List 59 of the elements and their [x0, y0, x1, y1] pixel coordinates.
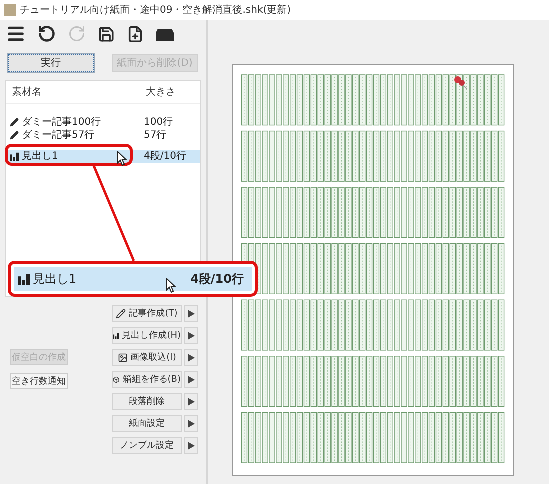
- dropdown-arrow-button[interactable]: [184, 349, 198, 366]
- triangle-icon: [188, 376, 194, 384]
- action-button[interactable]: 段落削除: [112, 393, 182, 410]
- new-file-icon: [127, 26, 144, 42]
- dropdown-arrow-button[interactable]: [184, 437, 198, 454]
- column-header[interactable]: 素材名: [6, 85, 140, 99]
- save-icon: [98, 26, 115, 42]
- dropdown-arrow-button[interactable]: [184, 371, 198, 388]
- menu-icon: [6, 24, 26, 44]
- image-icon: [118, 352, 128, 362]
- list-row[interactable]: 見出し1 4段/10行: [14, 267, 252, 291]
- open-button[interactable]: [156, 27, 174, 41]
- cursor-icon: [117, 151, 127, 166]
- action-button[interactable]: 実行: [8, 54, 94, 72]
- side-button[interactable]: 空き行数通知: [10, 373, 68, 389]
- triangle-icon: [188, 354, 194, 362]
- triangle-icon: [188, 310, 194, 318]
- material-name: ダミー記事100行: [6, 116, 140, 128]
- box-icon: [113, 374, 120, 384]
- action-button[interactable]: ノンブル設定: [112, 437, 182, 454]
- list-row[interactable]: ダミー記事100行 100行: [6, 116, 200, 129]
- triangle-icon: [188, 332, 194, 340]
- cursor-icon: [166, 278, 176, 293]
- dropdown-arrow-button[interactable]: [184, 415, 198, 432]
- triangle-icon: [188, 398, 194, 406]
- app-icon: [4, 4, 16, 16]
- action-button[interactable]: 紙面設定: [112, 415, 182, 432]
- material-size: 4段/10行: [190, 271, 245, 287]
- column-header[interactable]: 大きさ: [140, 85, 200, 99]
- dropdown-arrow-button[interactable]: [184, 393, 198, 410]
- action-button[interactable]: 記事作成(T): [112, 305, 182, 322]
- redo-icon: [68, 25, 86, 43]
- triangle-icon: [188, 442, 194, 450]
- pencil-icon: [116, 308, 126, 318]
- material-name: 見出し1: [14, 271, 77, 287]
- triangle-icon: [188, 420, 194, 428]
- list-row[interactable]: 見出し1 4段/10行: [6, 150, 200, 163]
- action-button[interactable]: 見出し作成(H): [112, 327, 182, 344]
- dropdown-arrow-button[interactable]: [184, 327, 198, 344]
- menu-button[interactable]: [6, 24, 26, 44]
- pencil-icon: [10, 131, 19, 140]
- bar-chart-icon: [113, 330, 120, 340]
- list-row[interactable]: ダミー記事57行 57行: [6, 129, 200, 142]
- bar-chart-icon: [10, 152, 19, 161]
- save-button[interactable]: [98, 26, 115, 42]
- action-button[interactable]: 画像取込(I): [112, 349, 182, 366]
- undo-button[interactable]: [38, 25, 56, 43]
- bar-chart-icon: [18, 273, 30, 285]
- action-button[interactable]: 箱組を作る(B): [112, 371, 182, 388]
- window-title: チュートリアル向け紙面・途中09・空き解消直後.shk(更新): [20, 4, 292, 17]
- dropdown-arrow-button[interactable]: [184, 305, 198, 322]
- undo-icon: [38, 25, 56, 43]
- material-name: ダミー記事57行: [6, 130, 140, 142]
- material-size: 4段/10行: [143, 150, 186, 162]
- pencil-icon: [10, 118, 19, 127]
- tray-icon: [156, 27, 174, 41]
- new-button[interactable]: [127, 26, 144, 42]
- material-size: 57行: [143, 130, 167, 142]
- material-size: 100行: [143, 116, 174, 128]
